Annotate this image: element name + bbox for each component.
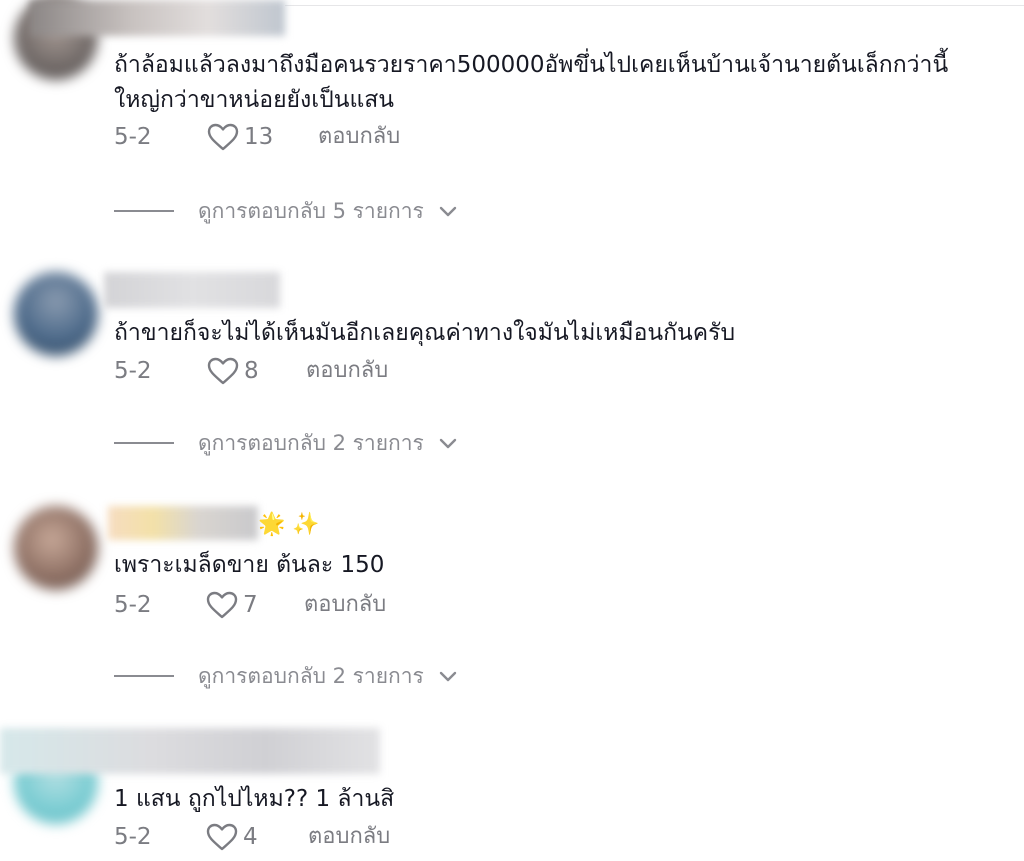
reply-button[interactable]: ตอบกลับ [308, 820, 390, 854]
comment-text: 1 แสน ถูกไปไหม?? 1 ล้านสิ [114, 786, 395, 812]
username-blurred[interactable] [108, 506, 258, 540]
comments-panel: ถ้าล้อมแล้วลงมาถึงมือคนรวยราคา500000อัพข… [0, 0, 1024, 861]
replies-line [114, 442, 174, 444]
heart-outline-icon [206, 591, 238, 619]
like-button[interactable]: 7 [206, 588, 258, 622]
comment-date: 5-2 [114, 358, 152, 384]
like-button[interactable]: 4 [206, 820, 258, 854]
like-count: 4 [243, 824, 258, 850]
avatar[interactable] [14, 506, 98, 590]
reply-button[interactable]: ตอบกลับ [304, 588, 386, 622]
view-replies-button[interactable]: ดูการตอบกลับ 5 รายการ [114, 194, 458, 228]
comment-date: 5-2 [114, 824, 152, 850]
view-replies-label: ดูการตอบกลับ 2 รายการ [198, 430, 424, 455]
like-count: 13 [244, 124, 274, 150]
comment-text: เพราะเมล็ดขาย ต้นละ 150 [114, 552, 385, 578]
reply-button[interactable]: ตอบกลับ [318, 120, 400, 154]
chevron-down-icon [439, 438, 456, 449]
comment-meta: 5-2 13 ตอบกลับ [114, 120, 534, 154]
username-blurred[interactable] [30, 0, 285, 36]
heart-outline-icon [206, 823, 238, 851]
view-replies-label: ดูการตอบกลับ 5 รายการ [198, 198, 424, 223]
view-replies-button[interactable]: ดูการตอบกลับ 2 รายการ [114, 659, 458, 693]
comment-meta: 5-2 8 ตอบกลับ [114, 354, 534, 388]
avatar[interactable] [14, 272, 98, 356]
comment-meta: 5-2 7 ตอบกลับ [114, 588, 534, 622]
like-button[interactable]: 8 [207, 354, 259, 388]
comment-text: ถ้าขายก็จะไม่ได้เห็นมันอีกเลยคุณค่าทางใจ… [114, 320, 736, 346]
username-emojis: 🌟 ✨ [258, 512, 320, 537]
replies-line [114, 210, 174, 212]
reply-button[interactable]: ตอบกลับ [306, 354, 388, 388]
comment-text: ถ้าล้อมแล้วลงมาถึงมือคนรวยราคา500000อัพข… [114, 52, 949, 78]
view-replies-label: ดูการตอบกลับ 2 รายการ [198, 663, 424, 688]
chevron-down-icon [439, 206, 456, 217]
comment-date: 5-2 [114, 124, 152, 150]
heart-outline-icon [207, 357, 239, 385]
comment-meta: 5-2 4 ตอบกลับ [114, 820, 534, 854]
like-count: 7 [243, 592, 258, 618]
replies-line [114, 675, 174, 677]
username-blurred[interactable] [104, 272, 280, 308]
divider [285, 5, 1024, 6]
like-count: 8 [244, 358, 259, 384]
view-replies-button[interactable]: ดูการตอบกลับ 2 รายการ [114, 426, 458, 460]
heart-outline-icon [207, 123, 239, 151]
like-button[interactable]: 13 [207, 120, 273, 154]
username-blurred[interactable] [0, 728, 380, 774]
comment-date: 5-2 [114, 592, 152, 618]
comment-text-line2: ใหญ่กว่าขาหน่อยยังเป็นแสน [114, 87, 395, 113]
chevron-down-icon [439, 671, 456, 682]
